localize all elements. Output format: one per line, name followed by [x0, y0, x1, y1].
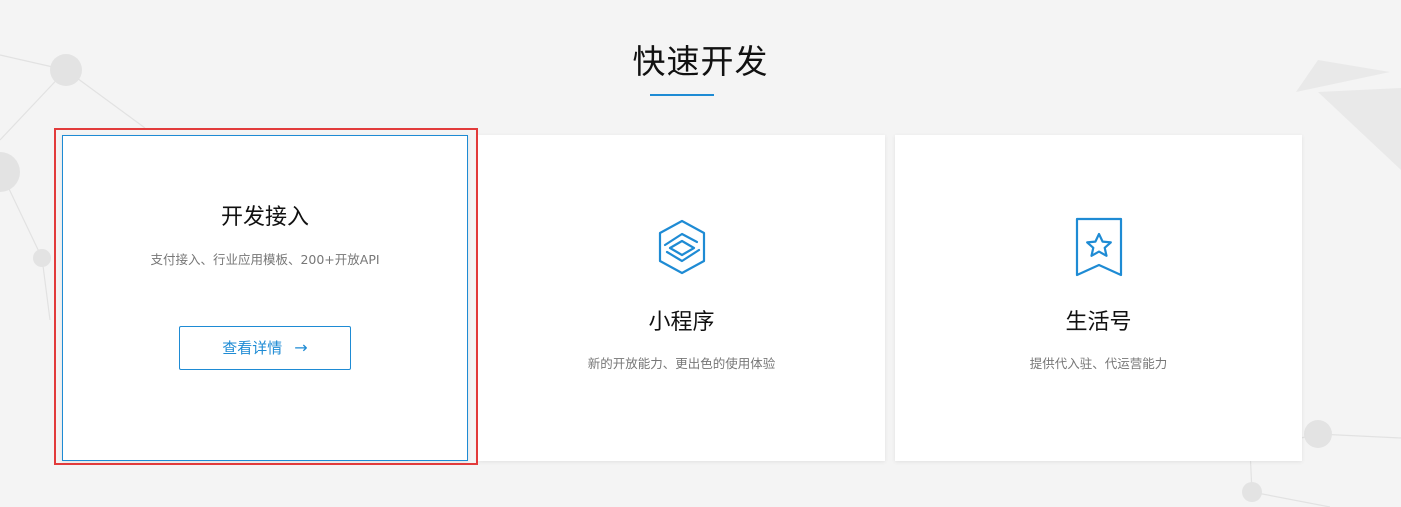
card-title: 小程序 — [648, 310, 715, 335]
title-underline — [650, 94, 714, 96]
card-mini-program[interactable]: 小程序 新的开放能力、更出色的使用体验 — [478, 135, 885, 461]
card-life-account[interactable]: 生活号 提供代入驻、代运营能力 — [895, 135, 1302, 461]
mini-program-icon — [658, 219, 705, 275]
bookmark-star-icon — [1075, 217, 1122, 277]
highlight-frame — [54, 128, 478, 465]
section-title: 快速开发 — [632, 42, 769, 81]
card-title: 生活号 — [1065, 310, 1132, 335]
card-description: 新的开放能力、更出色的使用体验 — [587, 356, 776, 371]
card-description: 提供代入驻、代运营能力 — [1029, 356, 1168, 371]
